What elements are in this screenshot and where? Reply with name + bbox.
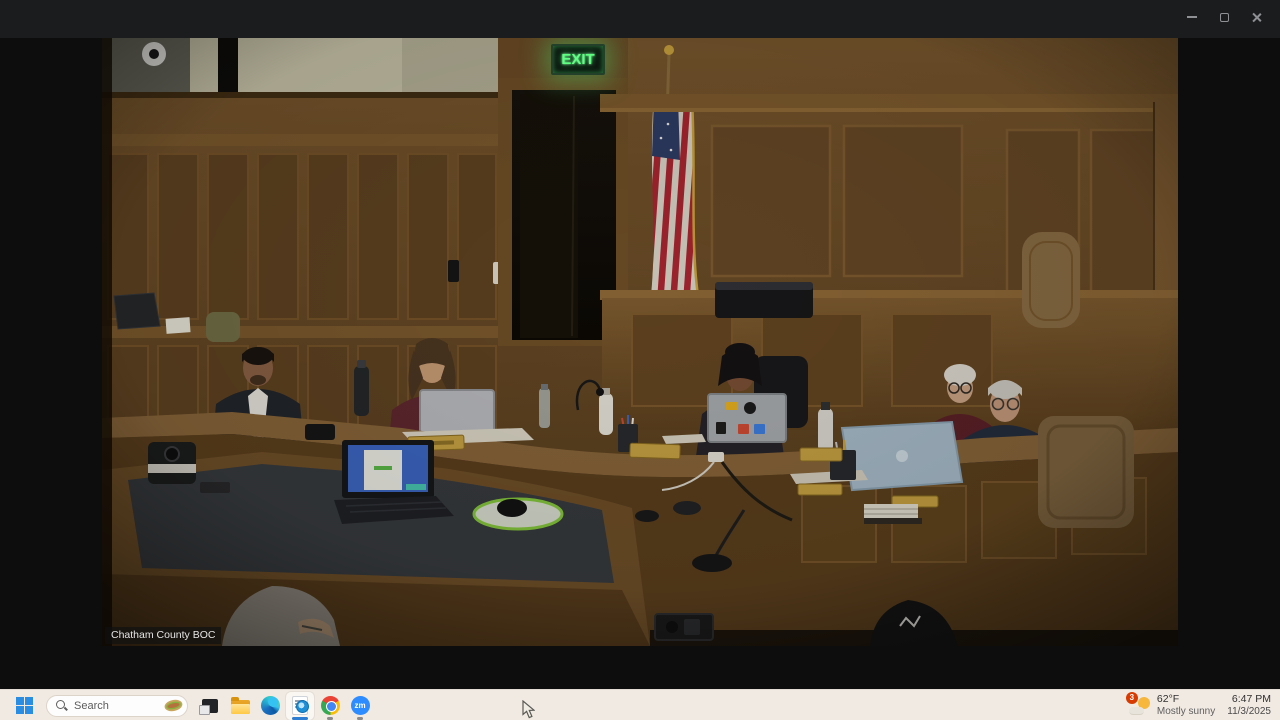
running-indicator <box>357 716 363 720</box>
windows-logo-icon <box>15 697 33 714</box>
taskbar: zm 3 62°F Mostly sunny 6:47 PM 11/3/2025 <box>0 689 1280 720</box>
file-explorer-icon <box>230 696 250 714</box>
search-input[interactable] <box>74 699 152 712</box>
notification-badge: 3 <box>1125 691 1138 704</box>
running-indicator <box>327 716 333 720</box>
window-titlebar <box>0 0 1280 38</box>
taskbar-apps: zm <box>196 691 374 720</box>
zoom-icon: zm <box>350 696 370 715</box>
search-icon <box>56 699 68 712</box>
system-tray: 3 62°F Mostly sunny 6:47 PM 11/3/2025 <box>1125 690 1271 720</box>
edge-icon <box>260 696 280 715</box>
weather-condition: Mostly sunny <box>1156 705 1216 717</box>
zoom-button[interactable]: zm <box>346 692 374 720</box>
close-icon <box>1251 12 1262 23</box>
meeting-video-feed[interactable]: EXIT Chatham County BOC <box>102 38 1178 646</box>
document-viewer-icon <box>292 696 309 715</box>
desktop-screen: EXIT Chatham County BOC Search zm 3 62°F… <box>0 0 1280 720</box>
taskbar-left: zm <box>10 690 374 720</box>
chrome-icon <box>320 696 340 715</box>
courtroom-scene <box>102 38 1178 646</box>
clock-time: 6:47 PM <box>1231 693 1271 706</box>
minimize-button[interactable] <box>1178 4 1206 30</box>
search-box[interactable] <box>46 694 188 717</box>
active-app-indicator <box>292 716 308 720</box>
edge-button[interactable] <box>256 692 284 720</box>
task-view-icon <box>199 698 218 715</box>
weather-temperature: 62°F <box>1156 693 1180 706</box>
weather-icon: 3 <box>1125 691 1151 716</box>
minimize-icon <box>1187 16 1197 18</box>
maximize-button[interactable] <box>1210 4 1238 30</box>
bing-daily-image-icon <box>164 699 183 712</box>
clock-date: 11/3/2025 <box>1227 705 1271 717</box>
document-viewer-button[interactable] <box>286 691 314 720</box>
start-button[interactable] <box>10 692 38 720</box>
clock-widget[interactable]: 6:47 PM 11/3/2025 <box>1227 693 1271 718</box>
task-view-button[interactable] <box>196 692 224 720</box>
maximize-icon <box>1219 12 1229 22</box>
close-button[interactable] <box>1242 4 1270 30</box>
chrome-button[interactable] <box>316 692 344 720</box>
weather-widget[interactable]: 3 62°F Mostly sunny <box>1125 691 1216 718</box>
exit-sign: EXIT <box>551 44 605 75</box>
window-controls <box>1178 4 1270 30</box>
file-explorer-button[interactable] <box>226 692 254 720</box>
video-caption: Chatham County BOC <box>105 627 222 644</box>
